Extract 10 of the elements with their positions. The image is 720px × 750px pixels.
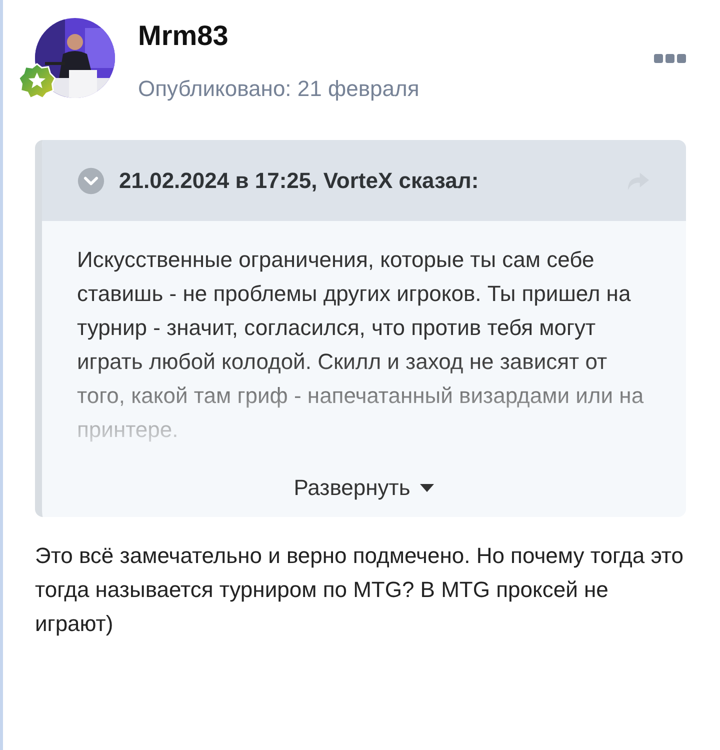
quote-title: 21.02.2024 в 17:25, VorteX сказал: [119,168,480,194]
caret-icon [420,484,434,492]
expand-button[interactable]: Развернуть [284,469,444,507]
post-text: Это всё замечательно и верно подмечено. Но почему тогда это тогда называется турниром по MTG? В MTG проксей не играют) [35,542,684,638]
chevron-down-icon[interactable] [77,166,105,194]
more-icon[interactable] [654,53,686,65]
badge-star-icon [18,62,56,100]
publish-date: Опубликовано: 21 февраля [138,76,420,102]
author-name[interactable]: Mrm83 [138,20,420,52]
quote-text: Искусственные ограничения, которые ты сам себе ставишь - не проблемы других игроков. Ты пришел на турнир - значит, согласился, что против тебя могут играть любой колодой. Скилл и заход не зависят от того, какой там гриф - напечатанный визардами или на принтере. [77,246,645,444]
